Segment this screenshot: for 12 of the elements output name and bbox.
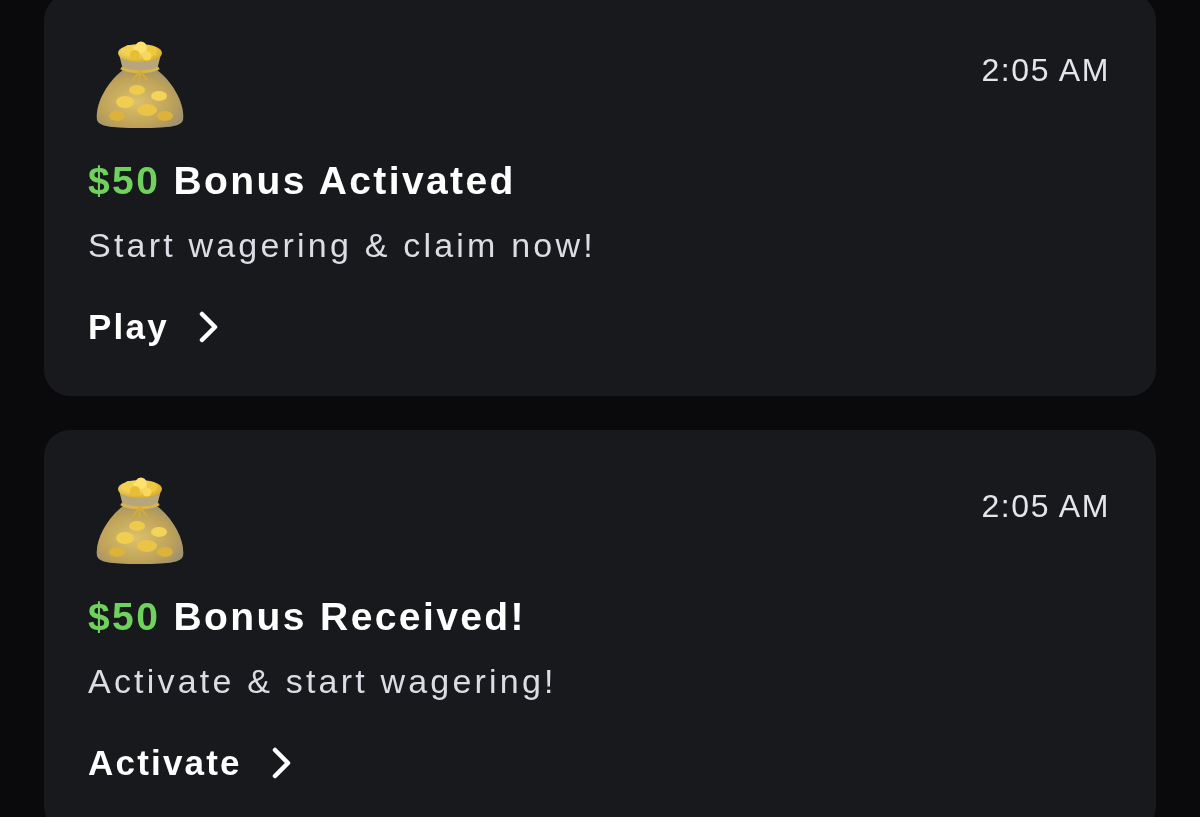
action-link[interactable]: Play [88, 307, 219, 347]
notification-title: $50 Bonus Activated [88, 158, 517, 204]
notification-message: Start wagering & claim now! [88, 224, 597, 266]
notification-title: $50 Bonus Received! [88, 594, 527, 641]
money-bag-icon [95, 40, 185, 128]
money-bag-icon [95, 476, 185, 565]
action-link[interactable]: Activate [88, 743, 292, 783]
notification-time: 2:05 AM [981, 490, 1110, 523]
chevron-right-icon [271, 746, 292, 779]
chevron-right-icon [198, 310, 219, 343]
notification-time: 2:05 AM [981, 54, 1110, 86]
notification-message: Activate & start wagering! [88, 660, 558, 702]
